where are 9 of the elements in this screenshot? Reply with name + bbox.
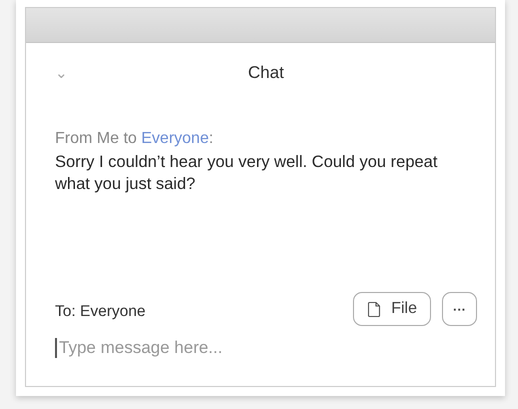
sender-label: From Me to: [55, 130, 137, 147]
document-icon: [368, 300, 382, 318]
recipient-selector[interactable]: To: Everyone: [55, 303, 146, 321]
more-button[interactable]: ···: [442, 292, 477, 326]
message-text: Sorry I couldn’t hear you very well. Could you repeat what you just said?: [55, 152, 438, 195]
recipient-name: Everyone: [141, 130, 209, 147]
separator-text: :: [208, 130, 214, 147]
panel-title: Chat: [248, 63, 284, 83]
file-button[interactable]: File: [353, 292, 431, 326]
